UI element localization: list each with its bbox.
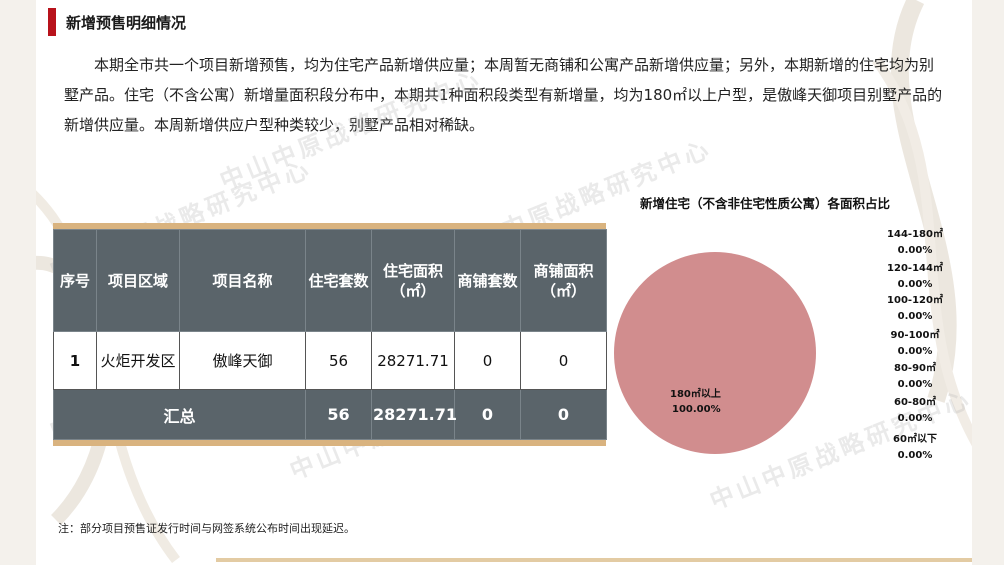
section-title: 新增预售明细情况 (66, 14, 187, 32)
col-header-shop-units: 商铺套数 (454, 229, 521, 332)
col-header-project: 项目名称 (179, 229, 306, 332)
legend-item: 144-180㎡ 0.00% (880, 227, 950, 259)
bottom-rule (216, 558, 972, 562)
pie-slice-180-plus (614, 252, 816, 454)
legend-value: 0.00% (897, 311, 933, 322)
summary-paragraph: 本期全市共一个项目新增预售，均为住宅产品新增供应量；本周暂无商铺和公寓产品新增供… (64, 56, 943, 134)
legend-label: 90-100㎡ (890, 330, 940, 341)
legend-label: 80-90㎡ (894, 363, 936, 374)
cell-res-units: 56 (305, 331, 372, 390)
cell-project: 傲峰天御 (179, 331, 306, 390)
table-row: 1 火炬开发区 傲峰天御 56 28271.71 0 0 (53, 331, 607, 390)
table-bottom-rule (53, 440, 606, 446)
summary-shop-units: 0 (454, 389, 521, 440)
summary-shop-area: 0 (520, 389, 607, 440)
col-header-res-units: 住宅套数 (305, 229, 372, 332)
presale-table-wrapper: 序号 项目区域 项目名称 住宅套数 住宅面积（㎡） 商铺套数 商铺面积（㎡） 1… (53, 223, 607, 446)
cell-shop-area: 0 (520, 331, 607, 390)
legend-value: 0.00% (897, 450, 933, 461)
legend-item: 120-144㎡ 0.00% (880, 261, 950, 293)
legend-value: 0.00% (897, 245, 933, 256)
legend-item: 60㎡以下 0.00% (880, 432, 950, 464)
pie-slice-label: 180㎡以上 (670, 387, 721, 400)
legend-value: 0.00% (897, 379, 933, 390)
summary-res-units: 56 (305, 389, 372, 440)
title-accent-bar (48, 8, 56, 36)
summary-res-area: 28271.71 (371, 389, 457, 440)
legend-value: 0.00% (897, 279, 933, 290)
summary-row: 汇总 56 28271.71 0 0 (53, 389, 607, 440)
chart-title: 新增住宅（不含非住宅性质公寓）各面积占比 (640, 196, 891, 211)
legend-item: 90-100㎡ 0.00% (880, 328, 950, 360)
cell-area: 火炬开发区 (96, 331, 180, 390)
cell-shop-units: 0 (454, 331, 521, 390)
legend-item: 80-90㎡ 0.00% (880, 361, 950, 393)
footnote: 注：部分项目预售证发行时间与网签系统公布时间出现延迟。 (58, 522, 355, 535)
summary-label: 汇总 (53, 389, 306, 440)
legend-label: 100-120㎡ (887, 295, 943, 306)
legend-item: 100-120㎡ 0.00% (880, 293, 950, 325)
cell-index: 1 (53, 331, 97, 390)
table-header-row: 序号 项目区域 项目名称 住宅套数 住宅面积（㎡） 商铺套数 商铺面积（㎡） (53, 229, 607, 332)
presale-table: 序号 项目区域 项目名称 住宅套数 住宅面积（㎡） 商铺套数 商铺面积（㎡） 1… (53, 229, 607, 440)
legend-label: 60-80㎡ (894, 397, 936, 408)
col-header-area: 项目区域 (96, 229, 180, 332)
legend-value: 0.00% (897, 346, 933, 357)
legend-label: 60㎡以下 (893, 434, 937, 445)
pie-slice-value: 100.00% (672, 404, 721, 415)
col-header-index: 序号 (53, 229, 97, 332)
col-header-shop-area: 商铺面积（㎡） (520, 229, 607, 332)
pie-chart: 180㎡以上 100.00% (614, 252, 816, 454)
col-header-res-area: 住宅面积（㎡） (371, 229, 455, 332)
legend-label: 120-144㎡ (887, 263, 943, 274)
legend-item: 60-80㎡ 0.00% (880, 395, 950, 427)
cell-res-area: 28271.71 (371, 331, 455, 390)
legend-label: 144-180㎡ (887, 229, 943, 240)
legend-value: 0.00% (897, 413, 933, 424)
